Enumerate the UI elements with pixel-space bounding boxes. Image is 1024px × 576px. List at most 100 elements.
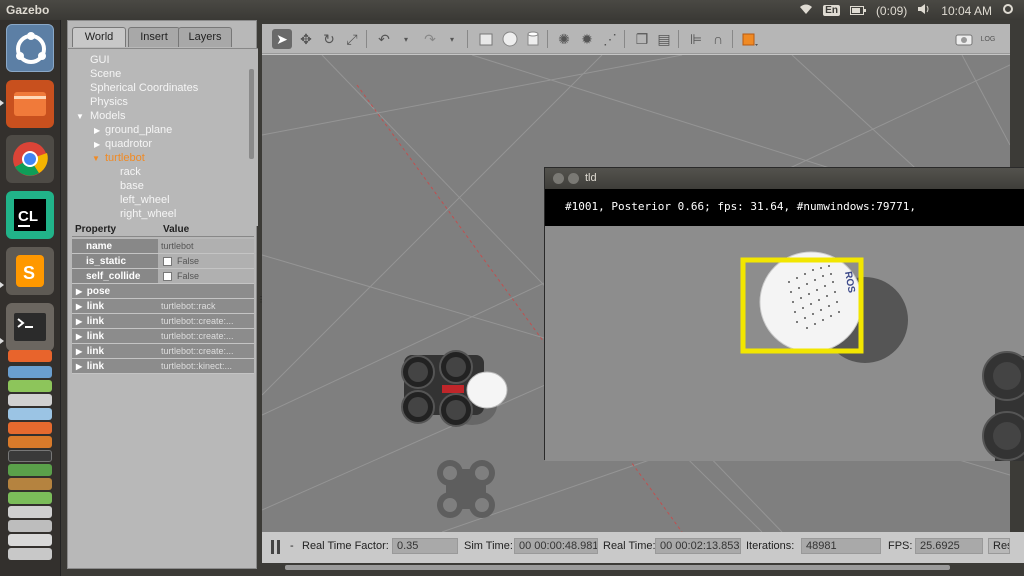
rotate-mode-icon[interactable]: ↻ <box>319 29 339 49</box>
select-mode-arrow-icon[interactable]: ➤ <box>272 29 292 49</box>
expand-right-icon[interactable]: ▶ <box>76 359 84 374</box>
tree-item-spherical-coordinates[interactable]: Spherical Coordinates <box>90 81 198 95</box>
spot-light-icon[interactable]: ✹ <box>577 29 597 49</box>
expand-right-icon[interactable]: ▶ <box>94 138 102 152</box>
point-light-icon[interactable]: ✺ <box>554 29 574 49</box>
scale-mode-icon[interactable]: ⤢ <box>342 29 362 49</box>
keyboard-layout-indicator[interactable]: En <box>823 5 840 16</box>
tree-scrollbar[interactable] <box>249 69 254 159</box>
launcher-stack-item[interactable] <box>8 380 52 392</box>
copy-icon[interactable]: ❐ <box>632 29 652 49</box>
tree-item-right-wheel[interactable]: right_wheel <box>120 207 176 221</box>
log-icon[interactable]: LOG <box>978 29 998 49</box>
launcher-stack-item[interactable] <box>8 394 52 406</box>
tree-item-quadrotor[interactable]: ▶ quadrotor <box>94 137 152 151</box>
launcher-stack-item[interactable] <box>8 478 52 490</box>
property-value[interactable]: turtlebot <box>158 239 254 253</box>
settings-gear-icon[interactable] <box>1002 3 1014 18</box>
expand-right-icon[interactable]: ▶ <box>76 299 84 314</box>
tree-item-base[interactable]: base <box>120 179 144 193</box>
property-group-link[interactable]: ▶ link turtlebot::create:... <box>72 344 254 359</box>
tab-world[interactable]: World <box>72 27 126 47</box>
launcher-stack-item[interactable] <box>8 520 52 532</box>
property-group-link[interactable]: ▶ link turtlebot::create:... <box>72 314 254 329</box>
clion-button[interactable]: CL <box>6 191 54 239</box>
status-bar: - Real Time Factor: 0.35 Sim Time: 00 00… <box>262 532 1024 563</box>
horizontal-scrollbar[interactable] <box>285 565 950 570</box>
tree-item-gui[interactable]: GUI <box>90 53 110 67</box>
tree-item-physics[interactable]: Physics <box>90 95 128 109</box>
property-group-link[interactable]: ▶ link turtlebot::kinect:... <box>72 359 254 374</box>
launcher-stack-item[interactable] <box>8 366 52 378</box>
directional-light-icon[interactable]: ⋰ <box>600 29 620 49</box>
minimize-icon[interactable] <box>568 173 579 184</box>
tab-layers[interactable]: Layers <box>178 27 232 47</box>
property-group-link[interactable]: ▶ link turtlebot::create:... <box>72 329 254 344</box>
launcher-stack-item[interactable] <box>8 548 52 560</box>
is-static-checkbox[interactable] <box>163 257 172 267</box>
tree-item-turtlebot[interactable]: ▼ turtlebot <box>92 151 145 165</box>
expand-right-icon[interactable]: ▶ <box>76 314 84 329</box>
launcher-stack-item[interactable] <box>8 436 52 448</box>
box-shape-icon[interactable] <box>476 29 496 49</box>
sublime-button[interactable]: S <box>6 247 54 295</box>
expand-down-icon[interactable]: ▼ <box>92 152 100 166</box>
redo-dropdown-chevron-icon[interactable]: ▾ <box>442 29 462 49</box>
tld-window: tld #1001, Posterior 0.66; fps: 31.64, #… <box>544 167 1024 461</box>
launcher-stack-item[interactable] <box>8 506 52 518</box>
tracker-frame: ROS <box>740 251 1024 461</box>
redo-icon[interactable]: ↷ <box>420 29 440 49</box>
launcher-stack-item[interactable] <box>8 534 52 546</box>
panel-splitter-handle[interactable]: ⋮ <box>257 295 265 304</box>
launcher-stack-item[interactable] <box>8 408 52 420</box>
sphere-shape-icon[interactable] <box>500 29 520 49</box>
expand-right-icon[interactable]: ▶ <box>76 284 84 299</box>
property-group-pose[interactable]: ▶ pose <box>72 284 254 299</box>
align-icon[interactable]: ⊫ <box>686 29 706 49</box>
expand-right-icon[interactable]: ▶ <box>76 344 84 359</box>
volume-icon[interactable] <box>917 3 931 18</box>
firefox-stack-icon[interactable] <box>8 350 52 362</box>
dash-button[interactable] <box>6 24 54 72</box>
reset-button[interactable]: Res <box>988 538 1010 554</box>
sim-time-value: 00 00:00:48.981 <box>514 538 598 554</box>
expand-right-icon[interactable]: ▶ <box>94 124 102 138</box>
expand-down-icon[interactable]: ▼ <box>76 110 84 124</box>
quadrotor-partial <box>982 351 1024 461</box>
property-group-link[interactable]: ▶ link turtlebot::rack <box>72 299 254 314</box>
tab-insert[interactable]: Insert <box>128 27 180 47</box>
quadrotor-model[interactable] <box>392 345 522 445</box>
undo-icon[interactable]: ↶ <box>374 29 394 49</box>
launcher-stack-item[interactable] <box>8 492 52 504</box>
tld-titlebar[interactable]: tld <box>545 168 1024 189</box>
self-collide-checkbox[interactable] <box>163 272 172 282</box>
tree-item-models[interactable]: ▼ Models <box>76 109 125 123</box>
tree-item-scene[interactable]: Scene <box>90 67 121 81</box>
files-button[interactable] <box>6 80 54 128</box>
step-icon[interactable]: - <box>290 540 294 552</box>
svg-text:CL: CL <box>18 208 38 225</box>
expand-right-icon[interactable]: ▶ <box>76 329 84 344</box>
wifi-icon[interactable] <box>799 3 813 18</box>
battery-icon[interactable] <box>849 4 866 18</box>
terminal-button[interactable] <box>6 303 54 351</box>
chrome-button[interactable] <box>6 135 54 183</box>
paste-icon[interactable]: ▤ <box>654 29 674 49</box>
sim-time-label: Sim Time: <box>464 540 513 552</box>
translate-mode-icon[interactable]: ✥ <box>296 29 316 49</box>
tree-item-left-wheel[interactable]: left_wheel <box>120 193 170 207</box>
snap-magnet-icon[interactable]: ∩ <box>708 29 728 49</box>
launcher-stack-item[interactable] <box>8 422 52 434</box>
undo-dropdown-chevron-icon[interactable]: ▾ <box>396 29 416 49</box>
cylinder-shape-icon[interactable] <box>523 29 543 49</box>
close-icon[interactable] <box>553 173 564 184</box>
property-group-label: ▶ link <box>72 299 158 313</box>
launcher-stack-item[interactable] <box>8 450 52 462</box>
clock[interactable]: 10:04 AM <box>941 4 992 18</box>
tree-item-ground-plane[interactable]: ▶ ground_plane <box>94 123 172 137</box>
launcher-stack-item[interactable] <box>8 464 52 476</box>
pause-button[interactable] <box>271 540 281 554</box>
screenshot-camera-icon[interactable] <box>954 29 974 49</box>
tree-item-rack[interactable]: rack <box>120 165 141 179</box>
change-view-cube-icon[interactable] <box>740 29 760 49</box>
